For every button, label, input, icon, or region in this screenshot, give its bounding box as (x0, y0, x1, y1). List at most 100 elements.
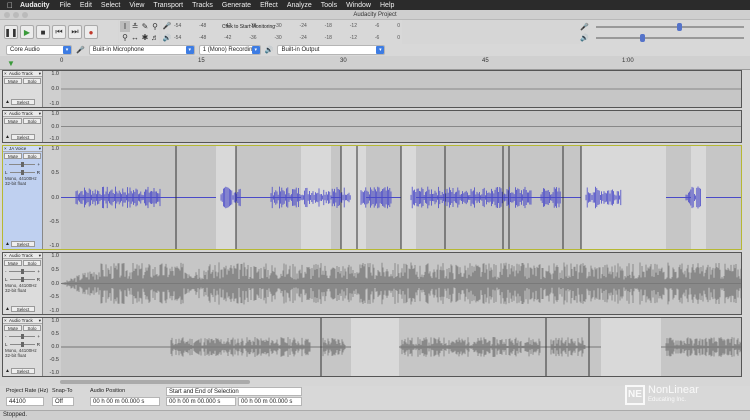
multi-tool-icon[interactable]: ✱ (140, 32, 150, 43)
menu-view[interactable]: View (129, 2, 144, 9)
chevron-down-icon[interactable]: ▾ (39, 146, 41, 152)
waveform-area[interactable] (61, 253, 741, 314)
chevron-down-icon[interactable]: ▾ (39, 111, 41, 117)
menu-tools[interactable]: Tools (321, 2, 337, 9)
collapse-icon[interactable]: ▲ (5, 241, 10, 247)
envelope-tool-icon[interactable]: ≛ (130, 21, 140, 32)
close-window-button[interactable] (4, 12, 10, 18)
collapse-icon[interactable]: ▲ (5, 368, 10, 374)
horizontal-scrollbar[interactable] (60, 380, 250, 384)
track-control-panel[interactable]: × Audio Track ▾ Mute Solo ▲ Select (3, 71, 43, 107)
project-rate-select[interactable]: 44100 (6, 397, 44, 406)
record-meter[interactable]: 🎤 -54 -48 -42 -36 -30 -24 -18 -12 -6 0 (162, 20, 402, 31)
track-name[interactable]: Audio Track (9, 318, 39, 323)
solo-button[interactable]: Solo (23, 325, 41, 331)
waveform-area[interactable] (61, 111, 741, 142)
mic-icon[interactable]: ⚲ (150, 21, 160, 32)
mute-button[interactable]: Mute (4, 260, 22, 266)
audio-track[interactable]: × JA Voice ▾ Mute Solo - + LR Mono, 44100… (2, 145, 742, 250)
stop-button[interactable]: ■ (36, 25, 50, 39)
solo-button[interactable]: Solo (23, 260, 41, 266)
menu-generate[interactable]: Generate (222, 2, 251, 9)
select-button[interactable]: Select (11, 134, 35, 140)
record-volume[interactable]: 🎤 (580, 21, 750, 32)
waveform-area[interactable] (61, 318, 741, 376)
record-volume-knob[interactable] (677, 22, 683, 31)
selection-end-field[interactable]: 00 h 00 m 00.000 s (238, 397, 302, 406)
zoom-tool-icon[interactable]: ⚲ (120, 32, 130, 43)
solo-button[interactable]: Solo (23, 78, 41, 84)
select-button[interactable]: Select (11, 306, 35, 312)
selection-tool-icon[interactable]: I (120, 21, 130, 32)
record-button[interactable]: ● (84, 25, 98, 39)
gain-slider[interactable]: - + (3, 267, 42, 275)
mute-button[interactable]: Mute (4, 153, 22, 159)
audio-track[interactable]: × Audio Track ▾ Mute Solo ▲ Select 1.0 0.… (2, 110, 742, 143)
playback-volume[interactable]: 🔊 (580, 32, 750, 43)
input-device-select[interactable]: Built-in Microphone ▾ (88, 45, 195, 55)
record-volume-slider[interactable] (596, 22, 744, 31)
track-name[interactable]: JA Voice (9, 146, 39, 151)
output-device-select[interactable]: Built-in Output ▾ (277, 45, 386, 55)
menu-effect[interactable]: Effect (260, 2, 278, 9)
audio-track[interactable]: × Audio Track ▾ Mute Solo - + LR Mono, 44… (2, 252, 742, 315)
pan-slider[interactable]: LR (3, 340, 42, 348)
channels-select[interactable]: 1 (Mono) Recordin... ▾ (198, 45, 261, 55)
selection-mode-select[interactable]: Start and End of Selection (166, 387, 302, 396)
track-name[interactable]: Audio Track (9, 111, 39, 116)
pan-knob[interactable] (20, 276, 24, 282)
menu-edit[interactable]: Edit (80, 2, 92, 9)
menu-file[interactable]: File (60, 2, 71, 9)
selection-start-field[interactable]: 00 h 00 m 00.000 s (166, 397, 236, 406)
pan-knob[interactable] (20, 169, 24, 175)
snap-to-select[interactable]: Off (52, 397, 74, 406)
audio-position-field[interactable]: 00 h 00 m 00.000 s (90, 397, 160, 406)
mute-button[interactable]: Mute (4, 325, 22, 331)
pan-slider[interactable]: LR (3, 168, 42, 176)
playback-volume-knob[interactable] (640, 33, 646, 42)
track-control-panel[interactable]: × JA Voice ▾ Mute Solo - + LR Mono, 44100… (3, 146, 43, 249)
play-head-icon[interactable]: ▼ (7, 59, 15, 68)
audio-track[interactable]: × Audio Track ▾ Mute Solo ▲ Select 1.0 0.… (2, 70, 742, 108)
menu-window[interactable]: Window (346, 2, 371, 9)
waveform-area[interactable] (61, 146, 741, 249)
gain-knob[interactable] (20, 333, 24, 339)
pan-knob[interactable] (20, 341, 24, 347)
gain-knob[interactable] (20, 268, 24, 274)
track-control-panel[interactable]: × Audio Track ▾ Mute Solo - + LR Mono, 44… (3, 253, 43, 314)
waveform-area[interactable] (61, 71, 741, 107)
audio-track[interactable]: × Audio Track ▾ Mute Solo - + LR Mono, 44… (2, 317, 742, 377)
gain-knob[interactable] (20, 161, 24, 167)
solo-button[interactable]: Solo (23, 153, 41, 159)
skip-end-button[interactable]: ⏭ (68, 25, 82, 39)
speaker-icon[interactable]: ♬ (150, 32, 160, 43)
skip-start-button[interactable]: ⏮ (52, 25, 66, 39)
menu-select[interactable]: Select (101, 2, 120, 9)
chevron-down-icon[interactable]: ▾ (39, 71, 41, 77)
audio-host-select[interactable]: Core Audio ▾ (6, 45, 72, 55)
select-button[interactable]: Select (11, 99, 35, 105)
monitor-label[interactable]: Click to Start Monitoring (222, 24, 275, 30)
playback-meter[interactable]: 🔊 -54 -48 -42 -36 -30 -24 -18 -12 -6 0 (162, 32, 402, 43)
track-name[interactable]: Audio Track (9, 253, 39, 258)
menu-tracks[interactable]: Tracks (192, 2, 213, 9)
play-button[interactable]: ▶ (20, 25, 34, 39)
select-button[interactable]: Select (11, 241, 35, 247)
pause-button[interactable]: ❚❚ (4, 25, 18, 39)
menu-app-name[interactable]: Audacity (20, 2, 50, 9)
apple-icon[interactable]:  (0, 1, 20, 10)
minimize-window-button[interactable] (13, 12, 19, 18)
track-control-panel[interactable]: × Audio Track ▾ Mute Solo ▲ Select (3, 111, 43, 142)
timeshift-tool-icon[interactable]: ↔ (130, 32, 140, 43)
timeline-ruler[interactable]: ▼ 0 15 30 45 1:00 (0, 56, 750, 70)
zoom-window-button[interactable] (22, 12, 28, 18)
menu-transport[interactable]: Transport (153, 2, 183, 9)
menu-help[interactable]: Help (380, 2, 394, 9)
draw-tool-icon[interactable]: ✎ (140, 21, 150, 32)
gain-slider[interactable]: - + (3, 332, 42, 340)
playback-volume-slider[interactable] (596, 33, 744, 42)
chevron-down-icon[interactable]: ▾ (39, 318, 41, 324)
select-button[interactable]: Select (11, 368, 35, 374)
solo-button[interactable]: Solo (23, 118, 41, 124)
pan-slider[interactable]: LR (3, 275, 42, 283)
